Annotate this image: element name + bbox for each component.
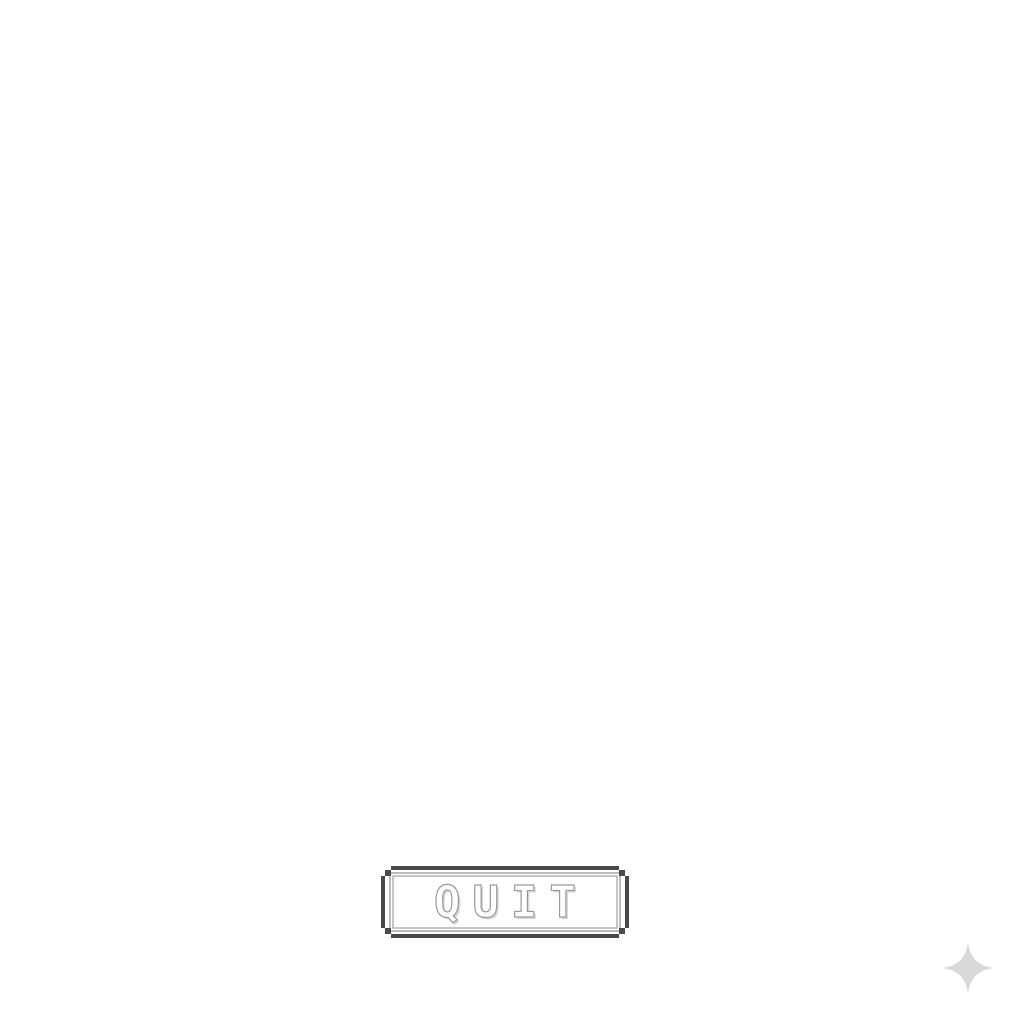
- sparkle-icon: [942, 942, 994, 994]
- quit-button[interactable]: QUIT: [381, 866, 629, 938]
- quit-button-label: QUIT: [433, 876, 588, 928]
- game-screen: QUIT: [0, 0, 1024, 1024]
